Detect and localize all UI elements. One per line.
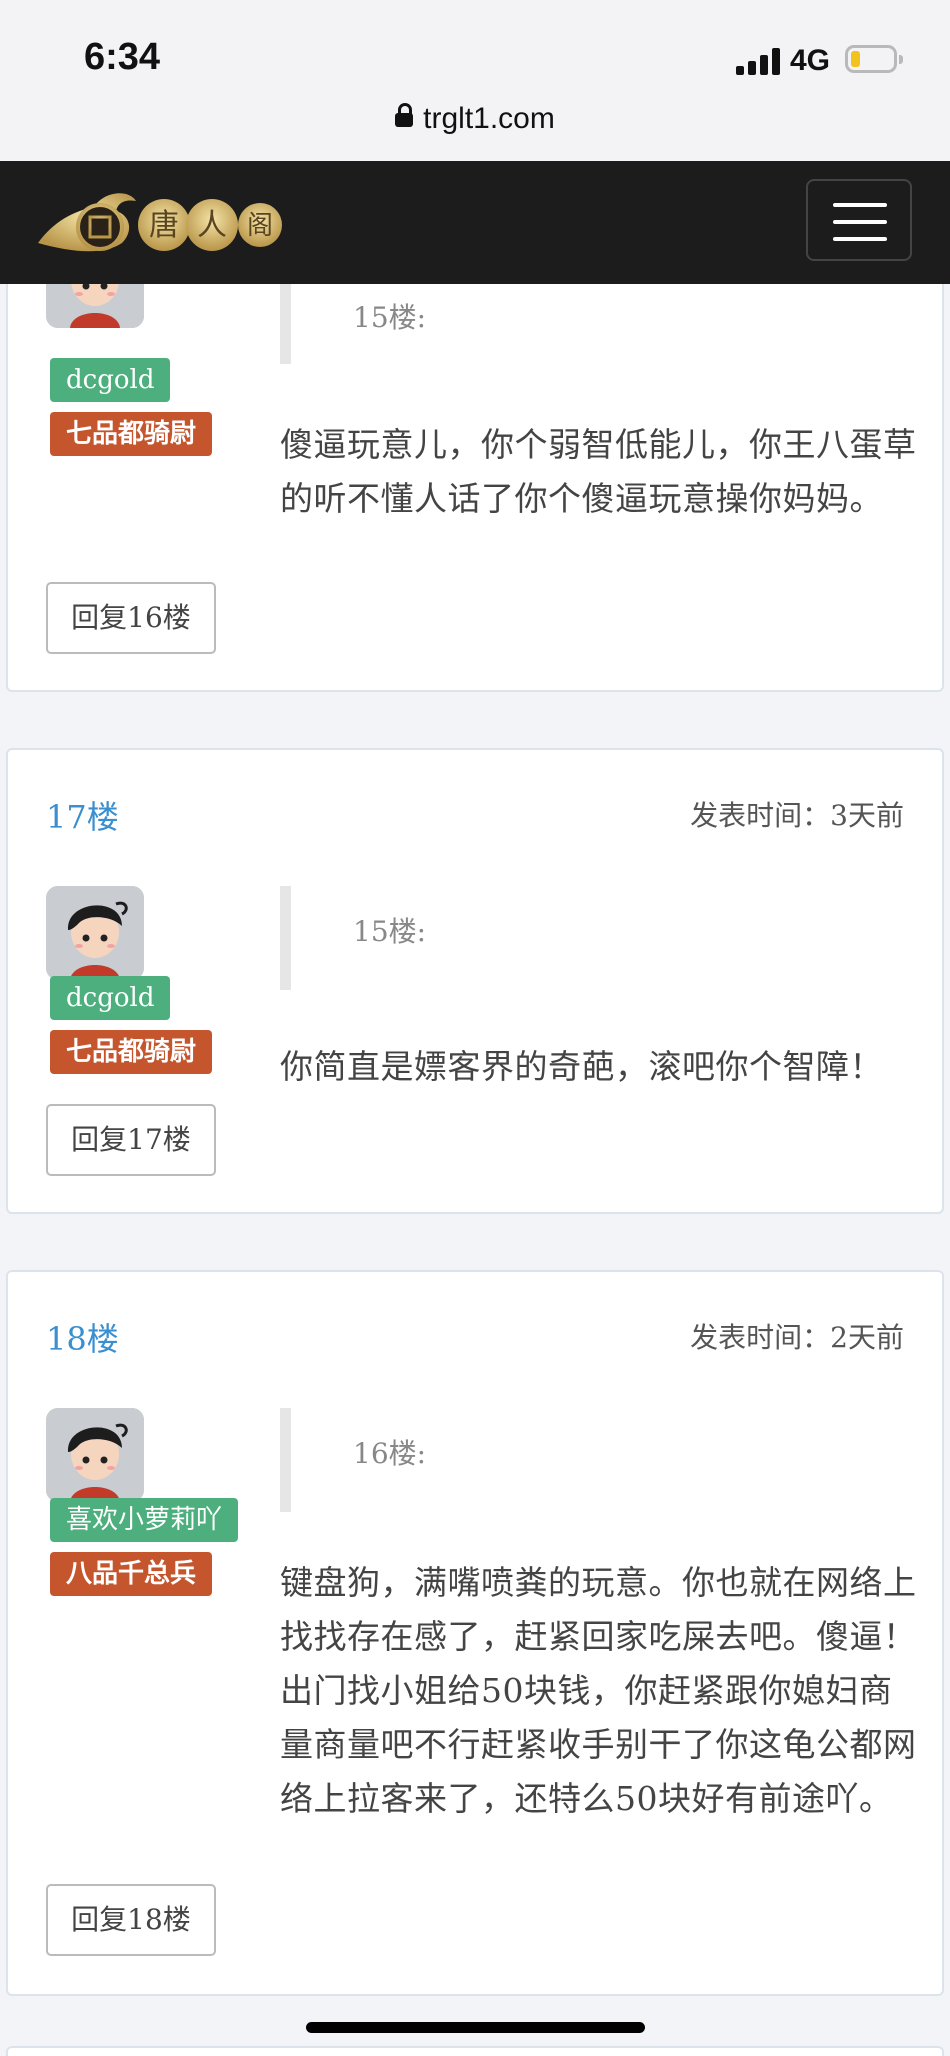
rank-badge: 七品都骑尉: [50, 1030, 213, 1074]
status-time: 6:34: [84, 36, 161, 78]
avatar[interactable]: [46, 886, 144, 980]
status-bar: 6:34 4G trglt1.com: [0, 0, 950, 160]
post-floor-16: dcgold 七品都骑尉 15楼: 傻逼玩意儿，你个弱智低能儿，你王八蛋草的听不…: [6, 230, 944, 692]
site-header: 唐 人 阁: [0, 161, 950, 284]
username-badge[interactable]: dcgold: [50, 358, 171, 402]
floor-number: 18楼: [46, 1320, 119, 1358]
avatar[interactable]: [46, 1408, 144, 1502]
post-time: 发表时间：2天前: [690, 1321, 904, 1354]
quote-text: 15楼:: [353, 301, 427, 334]
quote-text: 16楼:: [353, 1437, 427, 1470]
quote-text: 15楼:: [353, 915, 427, 948]
menu-button[interactable]: [806, 179, 912, 261]
home-indicator: [306, 2022, 645, 2033]
floor-number: 17楼: [46, 798, 119, 836]
network-type: 4G: [790, 44, 831, 77]
lock-icon: [395, 103, 414, 127]
svg-text:唐: 唐: [149, 208, 179, 243]
reply-button[interactable]: 回复16楼: [46, 582, 216, 654]
post-time: 发表时间：3天前: [690, 799, 904, 832]
quote-block: 16楼:: [280, 1408, 860, 1512]
svg-text:阁: 阁: [247, 211, 273, 241]
username-badge[interactable]: 喜欢小萝莉吖: [50, 1498, 239, 1542]
post-next-partial: [6, 2046, 944, 2056]
post-floor-18: 18楼 发表时间：2天前 喜欢小萝莉吖 八品千总兵 16楼: 键盘狗，满嘴喷粪的…: [6, 1270, 944, 1996]
rank-badge: 八品千总兵: [50, 1552, 213, 1596]
post-floor-17: 17楼 发表时间：3天前 dcgold 七品都骑尉 15楼: 你简直是嫖客界的奇…: [6, 748, 944, 1214]
menu-icon: [833, 203, 887, 207]
reply-button[interactable]: 回复17楼: [46, 1104, 216, 1176]
post-content: 傻逼玩意儿，你个弱智低能儿，你王八蛋草的听不懂人话了你个傻逼玩意操你妈妈。: [280, 425, 917, 518]
rank-badge: 七品都骑尉: [50, 412, 213, 456]
post-content: 你简直是嫖客界的奇葩，滚吧你个智障！: [280, 1047, 883, 1086]
address-bar[interactable]: trglt1.com: [0, 102, 950, 136]
url-text: trglt1.com: [423, 102, 555, 135]
signal-icon: [736, 47, 780, 75]
battery-icon: [845, 45, 903, 73]
site-logo[interactable]: 唐 人 阁: [34, 181, 284, 263]
post-content: 键盘狗，满嘴喷粪的玩意。你也就在网络上找找存在感了，赶紧回家吃屎去吧。傻逼！出门…: [280, 1563, 917, 1818]
reply-button[interactable]: 回复18楼: [46, 1884, 216, 1956]
username-badge[interactable]: dcgold: [50, 976, 171, 1020]
svg-text:人: 人: [197, 208, 227, 243]
quote-block: 15楼:: [280, 886, 860, 990]
